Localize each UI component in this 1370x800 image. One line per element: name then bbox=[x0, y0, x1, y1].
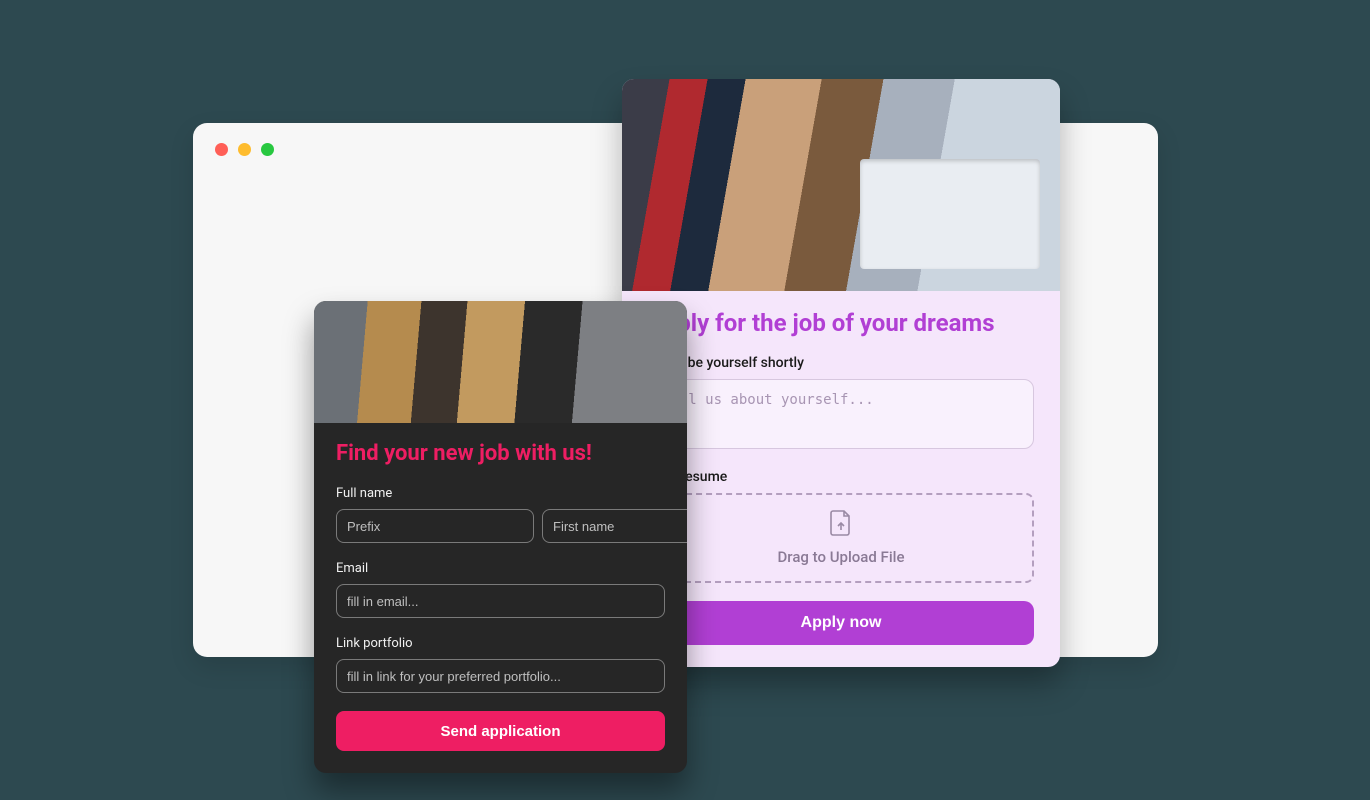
job-hero-image bbox=[314, 301, 687, 423]
resume-dropzone[interactable]: Drag to Upload File bbox=[648, 493, 1034, 583]
window-close-icon[interactable] bbox=[215, 143, 228, 156]
job-form-card: Find your new job with us! Full name Ema… bbox=[314, 301, 687, 773]
email-input[interactable] bbox=[336, 584, 665, 618]
describe-label: Describe yourself shortly bbox=[648, 355, 1034, 371]
job-title: Find your new job with us! bbox=[336, 441, 665, 466]
window-maximize-icon[interactable] bbox=[261, 143, 274, 156]
apply-now-button[interactable]: Apply now bbox=[648, 601, 1034, 645]
apply-hero-image bbox=[622, 79, 1060, 291]
describe-textarea[interactable] bbox=[648, 379, 1034, 449]
portfolio-label: Link portfolio bbox=[336, 636, 665, 651]
prefix-input[interactable] bbox=[336, 509, 534, 543]
fullname-label: Full name bbox=[336, 486, 665, 501]
send-application-button[interactable]: Send application bbox=[336, 711, 665, 751]
traffic-lights bbox=[215, 143, 274, 156]
apply-title: Apply for the job of your dreams bbox=[648, 309, 1034, 337]
portfolio-input[interactable] bbox=[336, 659, 665, 693]
email-label: Email bbox=[336, 561, 665, 576]
first-name-input[interactable] bbox=[542, 509, 687, 543]
resume-label: Your resume bbox=[648, 469, 1034, 485]
window-minimize-icon[interactable] bbox=[238, 143, 251, 156]
dropzone-text: Drag to Upload File bbox=[778, 548, 905, 566]
file-upload-icon bbox=[830, 510, 852, 540]
apply-form-card: Apply for the job of your dreams Describ… bbox=[622, 79, 1060, 667]
